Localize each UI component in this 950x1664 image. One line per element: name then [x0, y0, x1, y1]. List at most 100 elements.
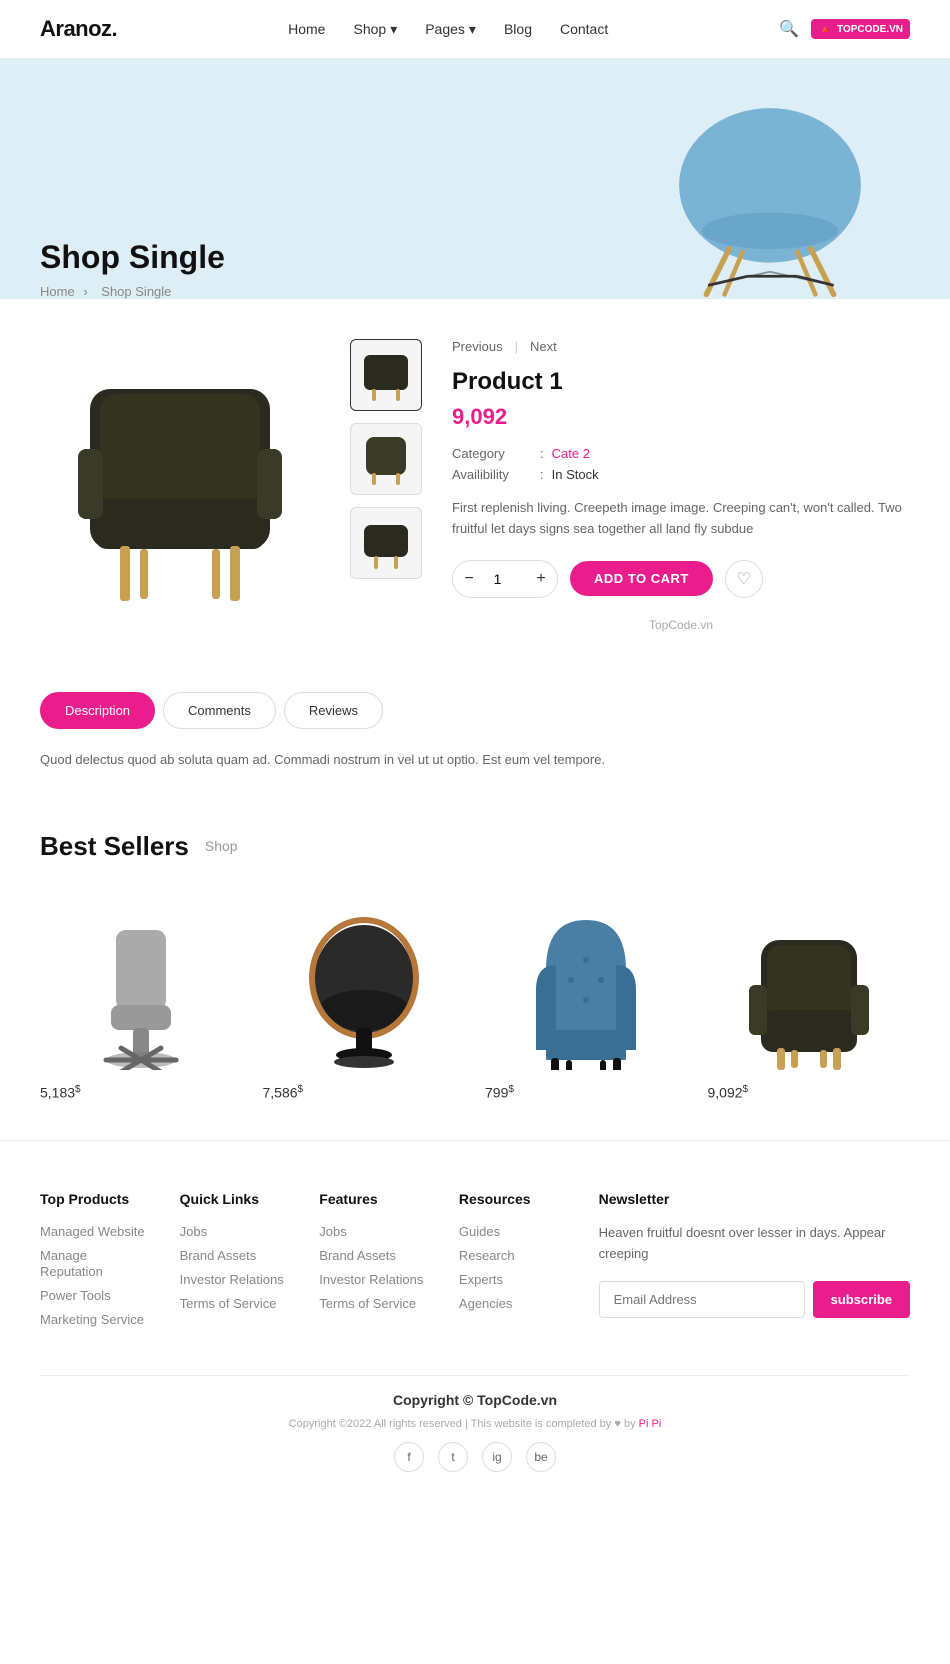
footer-top-products: Top Products Managed Website Manage Repu… [40, 1191, 150, 1335]
shop-link[interactable]: Shop [205, 838, 238, 854]
footer-newsletter: Newsletter Heaven fruitful doesnt over l… [599, 1191, 910, 1335]
footer-link-power-tools[interactable]: Power Tools [40, 1288, 111, 1303]
product-card-price-2: 7,586$ [263, 1084, 466, 1101]
footer-link-terms-2[interactable]: Terms of Service [319, 1296, 416, 1311]
nav-separator: | [515, 339, 518, 354]
tab-reviews[interactable]: Reviews [284, 692, 383, 729]
subscribe-button[interactable]: subscribe [813, 1281, 910, 1318]
hero-banner: Shop Single Home › Shop Single [0, 59, 950, 299]
topcode-badge: 🔺 TOPCODE.VN [811, 19, 910, 39]
product-card-4[interactable]: 9,092$ [708, 890, 911, 1101]
tab-description-content: Quod delectus quod ab soluta quam ad. Co… [40, 749, 910, 791]
footer-quick-links: Quick Links Jobs Brand Assets Investor R… [180, 1191, 290, 1335]
product-info: Previous | Next Product 1 9,092 Category… [452, 339, 910, 632]
product-section: Previous | Next Product 1 9,092 Category… [0, 299, 950, 672]
heart-icon: ♥ [614, 1418, 621, 1430]
watermark: TopCode.vn [452, 618, 910, 632]
chevron-down-icon: ▾ [390, 21, 397, 38]
quantity-decrease-button[interactable]: − [453, 561, 485, 597]
footer-link-jobs-2[interactable]: Jobs [319, 1224, 346, 1239]
category-label: Category [452, 446, 532, 461]
footer-link-experts[interactable]: Experts [459, 1272, 503, 1287]
product-card-3[interactable]: 799$ [485, 890, 688, 1101]
prev-product-link[interactable]: Previous [452, 339, 503, 354]
breadcrumb-current: Shop Single [101, 284, 171, 299]
product-card-price-4: 9,092$ [708, 1084, 911, 1101]
quantity-input[interactable] [485, 571, 525, 587]
availability-colon: : [540, 467, 544, 482]
behance-icon[interactable]: be [526, 1442, 556, 1472]
product-description: First replenish living. Creepeth image i… [452, 498, 910, 540]
footer-link-brand-assets-1[interactable]: Brand Assets [180, 1248, 257, 1263]
page-title: Shop Single [40, 239, 225, 276]
quantity-increase-button[interactable]: + [525, 561, 557, 597]
footer-author-link[interactable]: Pi Pi [639, 1418, 662, 1430]
category-row: Category : Cate 2 [452, 446, 910, 461]
footer-col-title-quick: Quick Links [180, 1191, 290, 1207]
nav-home[interactable]: Home [288, 21, 325, 37]
footer-link-jobs-1[interactable]: Jobs [180, 1224, 207, 1239]
tabs-section: Description Comments Reviews Quod delect… [0, 672, 950, 801]
category-value: Cate 2 [552, 446, 590, 461]
nav-contact[interactable]: Contact [560, 21, 608, 37]
footer-col-title-products: Top Products [40, 1191, 150, 1207]
product-card-1[interactable]: 5,183$ [40, 890, 243, 1101]
thumbnail-1[interactable] [350, 339, 422, 411]
footer-link-investor-relations-2[interactable]: Investor Relations [319, 1272, 423, 1287]
badge-icon: 🔺 [818, 22, 833, 36]
facebook-icon[interactable]: f [394, 1442, 424, 1472]
product-card-image-2 [263, 890, 466, 1070]
logo[interactable]: Aranoz. [40, 16, 117, 42]
twitter-icon[interactable]: t [438, 1442, 468, 1472]
footer-link-agencies[interactable]: Agencies [459, 1296, 512, 1311]
breadcrumb: Home › Shop Single [40, 284, 225, 299]
product-actions: − + ADD TO CART ♡ [452, 560, 910, 598]
availability-label: Availibility [452, 467, 532, 482]
breadcrumb-home[interactable]: Home [40, 284, 75, 299]
footer-link-managed-website[interactable]: Managed Website [40, 1224, 145, 1239]
footer-link-manage-reputation[interactable]: Manage Reputation [40, 1248, 103, 1279]
footer-legal: Copyright ©2022 All rights reserved | Th… [40, 1418, 910, 1430]
next-product-link[interactable]: Next [530, 339, 557, 354]
instagram-icon[interactable]: ig [482, 1442, 512, 1472]
product-navigation: Previous | Next [452, 339, 910, 354]
newsletter-description: Heaven fruitful doesnt over lesser in da… [599, 1223, 910, 1265]
footer-link-investor-relations-1[interactable]: Investor Relations [180, 1272, 284, 1287]
search-button[interactable]: 🔍 [779, 19, 799, 39]
newsletter-form: subscribe [599, 1281, 910, 1318]
footer-link-marketing-service[interactable]: Marketing Service [40, 1312, 144, 1327]
footer-link-terms-1[interactable]: Terms of Service [180, 1296, 277, 1311]
product-card-image-3 [485, 890, 688, 1070]
hero-chair-image [630, 99, 910, 299]
section-title: Best Sellers [40, 831, 189, 862]
footer-social: f t ig be [40, 1442, 910, 1472]
product-meta: Category : Cate 2 Availibility : In Stoc… [452, 446, 910, 482]
newsletter-email-input[interactable] [599, 1281, 805, 1318]
footer-col-title-resources: Resources [459, 1191, 569, 1207]
nav-blog[interactable]: Blog [504, 21, 532, 37]
footer-link-research[interactable]: Research [459, 1248, 515, 1263]
search-icon: 🔍 [779, 21, 799, 38]
chevron-down-icon: ▾ [469, 21, 476, 38]
tabs-nav: Description Comments Reviews [40, 692, 910, 729]
heart-icon: ♡ [737, 569, 751, 589]
tab-description[interactable]: Description [40, 692, 155, 729]
product-title: Product 1 [452, 368, 910, 396]
nav-pages[interactable]: Pages ▾ [425, 21, 476, 38]
section-header: Best Sellers Shop [40, 831, 910, 862]
nav-shop[interactable]: Shop ▾ [353, 21, 397, 38]
thumbnail-2[interactable] [350, 423, 422, 495]
tab-comments[interactable]: Comments [163, 692, 276, 729]
product-main-image [40, 339, 320, 619]
footer-link-guides[interactable]: Guides [459, 1224, 500, 1239]
footer-bottom: Copyright © TopCode.vn Copyright ©2022 A… [40, 1375, 910, 1472]
footer-link-brand-assets-2[interactable]: Brand Assets [319, 1248, 396, 1263]
best-sellers-section: Best Sellers Shop 5,183 [0, 801, 950, 1141]
thumbnail-3[interactable] [350, 507, 422, 579]
product-card-2[interactable]: 7,586$ [263, 890, 466, 1101]
wishlist-button[interactable]: ♡ [725, 560, 763, 598]
hero-text: Shop Single Home › Shop Single [40, 239, 225, 299]
add-to-cart-button[interactable]: ADD TO CART [570, 561, 713, 596]
product-card-image-4 [708, 890, 911, 1070]
footer-features: Features Jobs Brand Assets Investor Rela… [319, 1191, 429, 1335]
